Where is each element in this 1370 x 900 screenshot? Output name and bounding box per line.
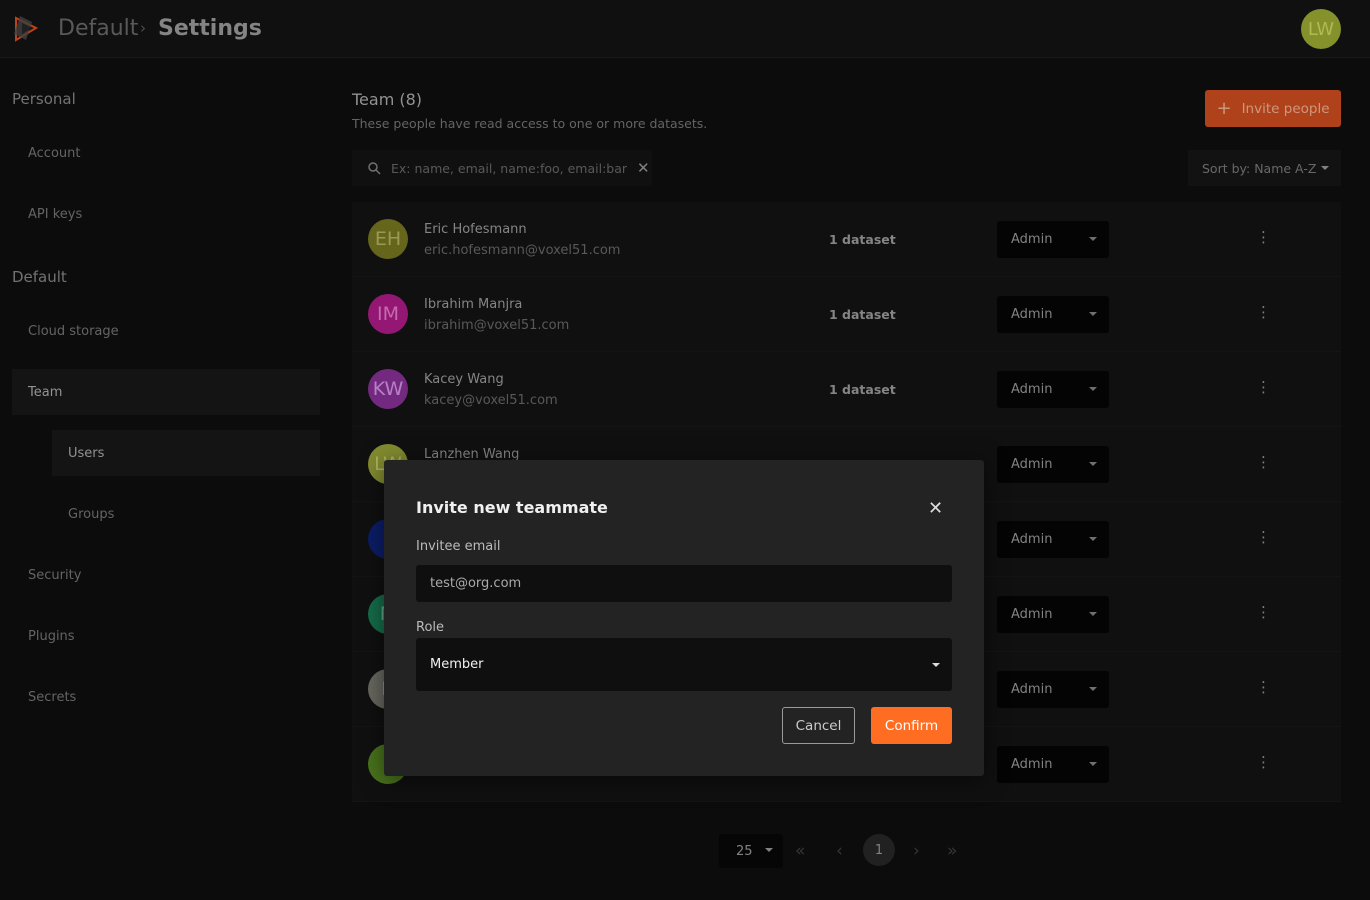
modal-title: Invite new teammate [416,498,608,517]
invite-modal: Invite new teammate ✕ Invitee email Role… [384,460,984,776]
close-icon[interactable]: ✕ [928,498,943,519]
confirm-button[interactable]: Confirm [871,707,952,744]
role-value: Member [430,657,484,672]
email-label: Invitee email [416,539,501,554]
chevron-down-icon [932,663,940,667]
cancel-button[interactable]: Cancel [782,707,855,744]
role-select[interactable]: Member [416,638,952,691]
invitee-email-field[interactable] [416,565,952,602]
role-label: Role [416,620,445,635]
